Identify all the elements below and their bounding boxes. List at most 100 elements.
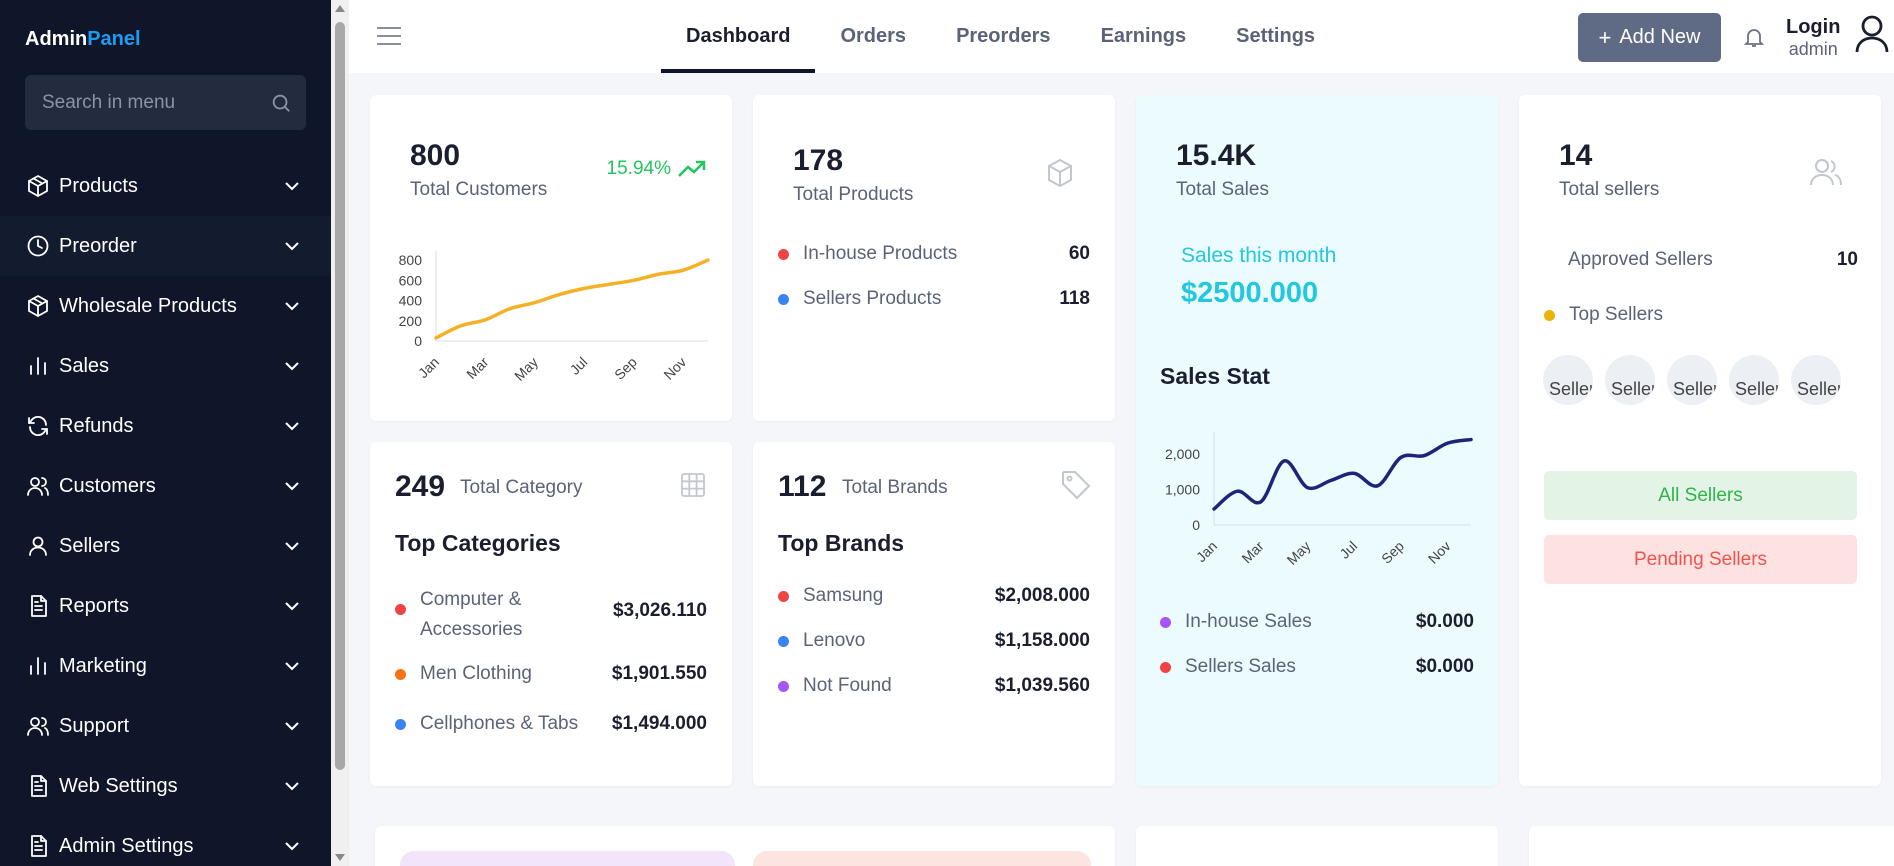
blue-dot [778, 635, 789, 647]
sellers-value: 14 [1559, 139, 1593, 172]
search-input[interactable] [25, 75, 265, 130]
box-icon [28, 175, 48, 197]
seller-avatar[interactable]: Seller [1543, 355, 1593, 405]
red-dot [778, 590, 789, 602]
x-tick-label: Sep [1378, 538, 1407, 567]
x-tick-label: May [511, 354, 541, 384]
scrollbar-thumb[interactable] [335, 22, 345, 770]
brand-row: Not Found $1,039.560 [778, 675, 1090, 697]
sidebar-item-preorder[interactable]: Preorder [0, 216, 331, 276]
sidebar-item-web-settings[interactable]: Web Settings [0, 756, 331, 816]
purple-dot [1160, 616, 1171, 628]
sidebar-item-products[interactable]: Products [0, 156, 331, 216]
tab-preorders[interactable]: Preorders [931, 0, 1076, 73]
x-tick-label: Jan [415, 354, 442, 381]
sidebar-item-label: Wholesale Products [59, 294, 237, 317]
x-tick-label: Nov [660, 354, 689, 383]
sidebar-item-label: Web Settings [59, 774, 178, 797]
sidebar-item-refunds[interactable]: Refunds [0, 396, 331, 456]
sidebar-scrollbar[interactable] [331, 0, 349, 866]
x-tick-label: Mar [463, 354, 492, 383]
bottom-card [1529, 826, 1894, 866]
bottom-card [1136, 826, 1498, 866]
seller-avatar[interactable]: Seller [1605, 355, 1655, 405]
sales-label: Total Sales [1176, 179, 1269, 200]
chevron-down-icon[interactable] [283, 717, 301, 735]
seller-avatar[interactable]: Seller [1667, 355, 1717, 405]
sellers-label: Total sellers [1559, 179, 1660, 200]
user-avatar-icon[interactable] [1854, 14, 1890, 54]
sidebar-item-admin-settings[interactable]: Admin Settings [0, 816, 331, 866]
box-icon [28, 295, 48, 317]
chevron-down-icon[interactable] [283, 657, 301, 675]
chevron-down-icon[interactable] [283, 837, 301, 855]
category-row: Cellphones & Tabs $1,494.000 [395, 713, 707, 735]
sidebar-item-wholesale-products[interactable]: Wholesale Products [0, 276, 331, 336]
y-tick-label: 0 [414, 333, 422, 349]
chevron-down-icon[interactable] [283, 297, 301, 315]
sidebar-item-label: Sales [59, 354, 110, 377]
all-sellers-button[interactable]: All Sellers [1544, 471, 1857, 520]
y-tick-label: 200 [399, 313, 423, 329]
products-row: In-house Products 60 [778, 243, 1090, 265]
customers-chart: 0 200 400 600 800 Jan Mar May Jul Sep Nov [399, 251, 710, 384]
x-tick-label: Nov [1425, 538, 1454, 567]
tab-orders[interactable]: Orders [815, 0, 931, 73]
top-brands-title: Top Brands [778, 530, 905, 556]
document-icon [31, 835, 47, 857]
plus-icon: + [1598, 24, 1612, 50]
pending-sellers-button[interactable]: Pending Sellers [1544, 535, 1857, 584]
users-icon [27, 477, 49, 496]
sidebar-item-label: Support [59, 714, 130, 737]
y-tick-label: 0 [1192, 517, 1200, 533]
sidebar-item-support[interactable]: Support [0, 696, 331, 756]
seller-avatar[interactable]: Seller [1791, 355, 1841, 405]
customers-card: 800 Total Customers 15.94% 0 200 400 600 800… [370, 95, 732, 421]
chevron-down-icon[interactable] [283, 537, 301, 555]
chevron-down-icon[interactable] [283, 417, 301, 435]
brand-row: Lenovo $1,158.000 [778, 630, 1090, 652]
tab-settings[interactable]: Settings [1211, 0, 1340, 73]
y-tick-label: 600 [399, 272, 423, 288]
sales-month-value: $2500.000 [1181, 277, 1319, 309]
add-new-button[interactable]: + Add New [1578, 13, 1721, 62]
sidebar-item-customers[interactable]: Customers [0, 456, 331, 516]
sidebar-item-sales[interactable]: Sales [0, 336, 331, 396]
blue-dot [778, 293, 789, 305]
trend-up-icon [678, 160, 706, 177]
chevron-down-icon[interactable] [283, 357, 301, 375]
y-tick-label: 1,000 [1165, 481, 1200, 497]
brand-logo[interactable]: AdminPanel [25, 28, 141, 51]
sidebar-item-sellers[interactable]: Sellers [0, 516, 331, 576]
x-tick-label: Sep [611, 354, 640, 383]
chevron-down-icon[interactable] [283, 597, 301, 615]
login-label[interactable]: Login [1786, 16, 1840, 39]
bar-chart-icon [30, 657, 46, 675]
users-icon [1810, 159, 1842, 186]
top-bar: Dashboard Orders Preorders Earnings Sett… [349, 0, 1894, 73]
x-tick-label: May [1284, 538, 1314, 568]
chevron-down-icon[interactable] [283, 177, 301, 195]
search-icon[interactable] [270, 92, 292, 114]
chevron-down-icon[interactable] [283, 477, 301, 495]
sellers-card: 14 Total sellers Approved Sellers 10 Top … [1519, 95, 1881, 786]
tab-earnings[interactable]: Earnings [1076, 0, 1212, 73]
hamburger-menu-icon[interactable] [377, 27, 401, 47]
cube-icon [1048, 158, 1072, 188]
sidebar-item-marketing[interactable]: Marketing [0, 636, 331, 696]
category-value: 249 [395, 470, 446, 503]
sidebar-item-label: Admin Settings [59, 834, 194, 857]
chevron-down-icon[interactable] [283, 777, 301, 795]
seller-avatar[interactable]: Seller [1729, 355, 1779, 405]
bell-icon[interactable] [1742, 25, 1766, 49]
sidebar-item-reports[interactable]: Reports [0, 576, 331, 636]
y-tick-label: 400 [399, 293, 423, 309]
series-line [434, 258, 710, 340]
login-block[interactable]: Login admin [1786, 16, 1840, 60]
customers-label: Total Customers [410, 179, 548, 200]
sidebar-item-label: Preorder [59, 234, 137, 257]
red-dot [778, 248, 789, 260]
chevron-down-icon[interactable] [283, 237, 301, 255]
bar-chart-icon [30, 357, 46, 375]
tab-dashboard[interactable]: Dashboard [661, 0, 816, 73]
